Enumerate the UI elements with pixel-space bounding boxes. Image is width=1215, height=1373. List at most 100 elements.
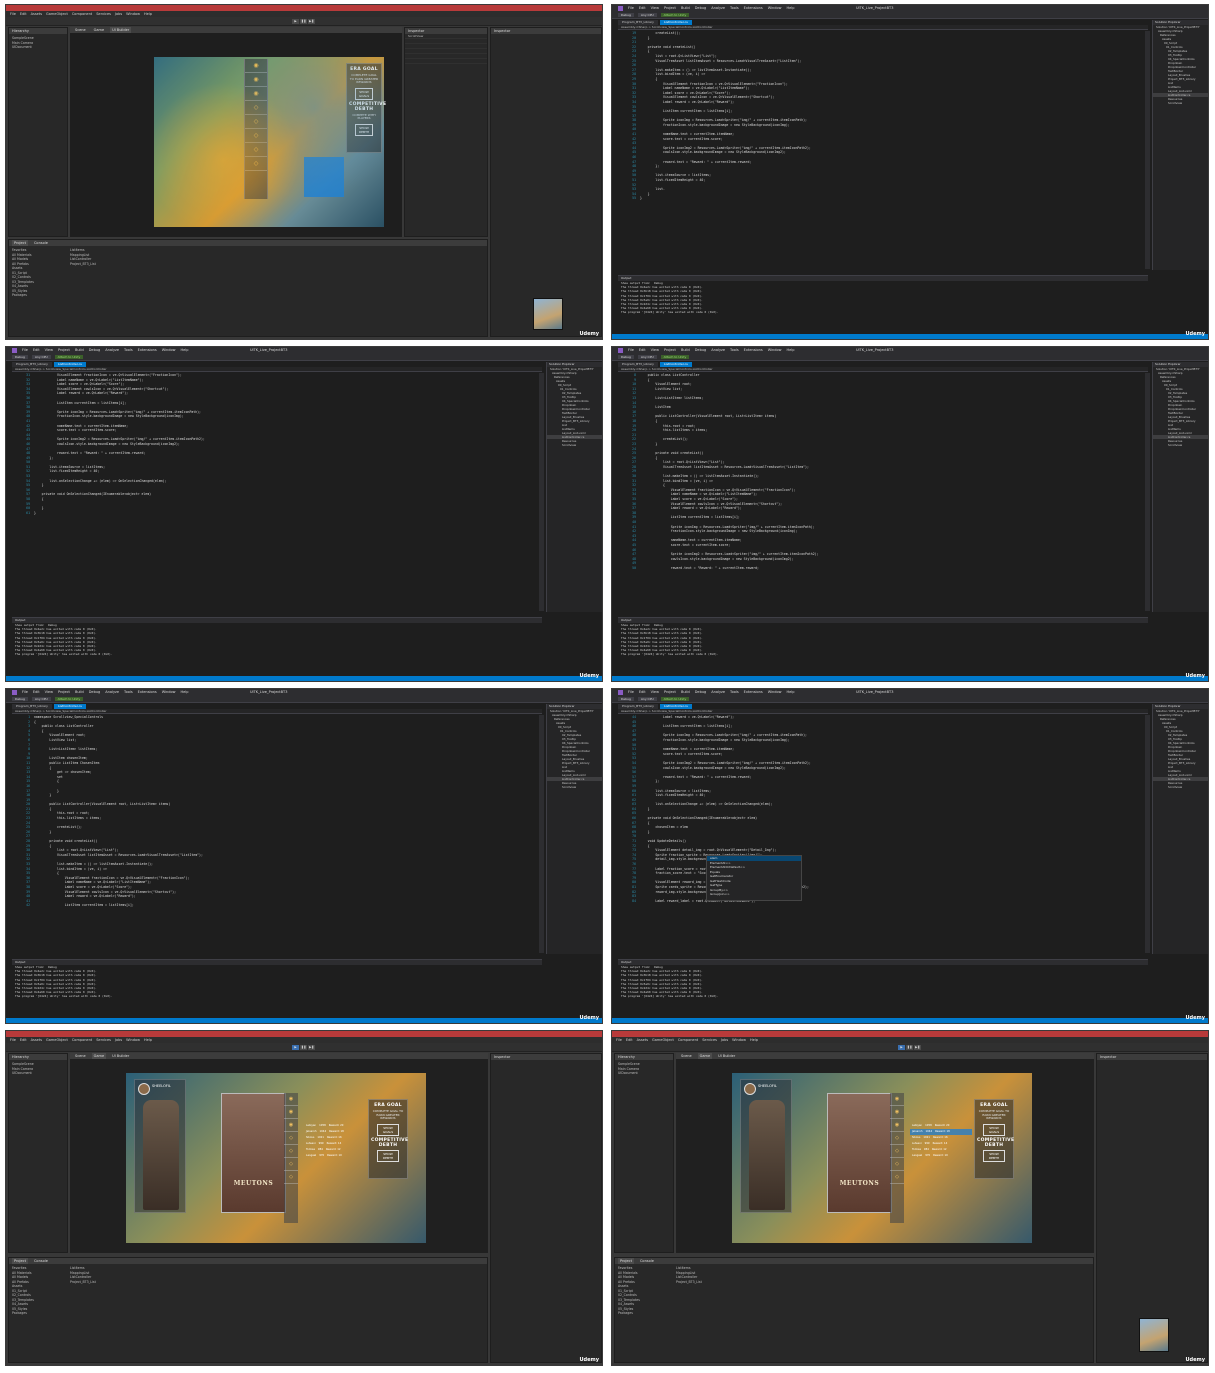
list-item-icon[interactable]: ◉ [245,73,267,87]
tab-ui-builder[interactable]: UI Builder [716,1053,737,1059]
config-dropdown[interactable]: Debug [12,697,28,701]
vs-menu-analyze[interactable]: Analyze [105,689,119,696]
vs-menu-project[interactable]: Project [664,689,676,696]
platform-dropdown[interactable]: Any CPU [637,13,657,17]
list-item-icon[interactable]: ◉ [245,59,267,73]
tab-game[interactable]: Game [92,27,106,33]
vs-menu-debug[interactable]: Debug [89,347,101,354]
vs-menu-build[interactable]: Build [681,5,690,12]
show-goals-button[interactable]: SHOW GOALS [377,1123,399,1136]
scroll-list[interactable]: ◉ ◉ ◉ ◇ ◇ ◇ ◇ ◇ [244,59,268,199]
list-item-icon[interactable]: ◇ [890,1171,904,1184]
vs-menu-view[interactable]: View [651,347,659,354]
vs-menu-project[interactable]: Project [664,5,676,12]
main-inspector-tab[interactable]: Inspector [1097,1054,1207,1060]
vs-navigation-bar[interactable]: Assembly-CSharp > Scrollview_SpecialCont… [618,709,1148,714]
list-item-icon[interactable]: ◉ [284,1093,298,1106]
vs-menu-analyze[interactable]: Analyze [711,5,725,12]
list-item-icon[interactable]: ◉ [245,87,267,101]
vs-menu-view[interactable]: View [651,5,659,12]
code-line[interactable]: 84 Label reward_label = root.Q<Label>("D… [618,899,1148,904]
hierarchy-item[interactable]: UIDocument [618,1071,670,1076]
vs-menu-build[interactable]: Build [75,689,84,696]
pause-icon[interactable]: ❚❚ [300,19,307,24]
inspector-row[interactable] [405,59,487,64]
attach-to-unity-button[interactable]: Attach to Unity [54,355,84,359]
vs-menu-extensions[interactable]: Extensions [138,347,157,354]
list-item-icon[interactable]: ◇ [245,101,267,115]
vs-menu-window[interactable]: Window [768,347,782,354]
solution-item[interactable]: Scrollview [1153,101,1208,105]
editor-scrollbar[interactable] [539,715,544,953]
solution-item[interactable]: Scrollview [1153,443,1208,447]
attach-to-unity-button[interactable]: Attach to Unity [660,13,690,17]
tab-ui-builder[interactable]: UI Builder [110,27,132,33]
scroll-list[interactable]: ◉ ◉ ◉ ◇ ◇ ◇ ◇ [890,1093,904,1223]
config-dropdown[interactable]: Debug [12,355,28,359]
vs-menu-tools[interactable]: Tools [730,347,739,354]
solution-item[interactable]: Scrollview [547,785,602,789]
vs-navigation-bar[interactable]: Assembly-CSharp > Scrollview_SpecialCont… [618,367,1148,372]
list-item-icon[interactable]: ◉ [890,1106,904,1119]
show-goals-button[interactable]: SHOW GOALS [355,87,373,100]
list-item-icon[interactable]: ◇ [890,1158,904,1171]
vs-menu-tools[interactable]: Tools [124,689,133,696]
vs-menu-debug[interactable]: Debug [89,689,101,696]
vs-navigation-bar[interactable]: Assembly-CSharp > Scrollview_SpecialCont… [618,25,1148,30]
show-debth-button[interactable]: SHOW DEBTH [355,123,373,136]
vs-menu-debug[interactable]: Debug [695,689,707,696]
vs-menu-help[interactable]: Help [787,689,795,696]
solution-item[interactable]: Scrollview [547,443,602,447]
vs-navigation-bar[interactable]: Assembly-CSharp > Scrollview_SpecialCont… [12,367,542,372]
config-dropdown[interactable]: Debug [618,13,634,17]
vs-menu-debug[interactable]: Debug [695,347,707,354]
list-item-icon[interactable]: ◉ [890,1093,904,1106]
step-icon[interactable]: ▶❚ [308,19,315,24]
vs-menu-build[interactable]: Build [681,347,690,354]
score-row[interactable]: Laogael 970 Reward: 10 [304,1153,366,1159]
vs-menu-tools[interactable]: Tools [124,347,133,354]
game-viewport[interactable]: SHEELOFIL MEUTONS ◉ ◉ ◉ ◇ ◇ ◇ ◇ Lebiyan 1… [732,1073,1032,1243]
vs-menu-window[interactable]: Window [162,689,176,696]
vs-menu-window[interactable]: Window [768,5,782,12]
list-item-icon[interactable]: ◇ [245,143,267,157]
vs-menu-help[interactable]: Help [181,347,189,354]
solution-item[interactable]: Scrollview [1153,785,1208,789]
editor-scrollbar[interactable] [539,373,544,611]
vs-menu-edit[interactable]: Edit [639,689,646,696]
vs-menu-view[interactable]: View [45,689,53,696]
intellisense-popup[interactable]: elem ElementAt<> ElementAtOrDefault<> Eq… [706,855,802,901]
list-item-icon[interactable]: ◇ [890,1145,904,1158]
platform-dropdown[interactable]: Any CPU [637,355,657,359]
editor-scrollbar[interactable] [1145,31,1150,269]
vs-menu-edit[interactable]: Edit [33,347,40,354]
game-viewport[interactable]: SHEELOFIL MEUTONS ◉ ◉ ◉ ◇ ◇ ◇ ◇ Lebiyan 1… [126,1073,426,1243]
vs-menu-view[interactable]: View [651,689,659,696]
list-item-icon[interactable]: ◇ [245,115,267,129]
library-item[interactable]: Packages [12,1311,56,1316]
platform-dropdown[interactable]: Any CPU [31,697,51,701]
play-icon[interactable]: ▶ [292,19,299,24]
vs-menu-help[interactable]: Help [181,689,189,696]
config-dropdown[interactable]: Debug [618,355,634,359]
hierarchy-item[interactable]: UIDocument [12,1071,64,1076]
vs-menu-window[interactable]: Window [768,689,782,696]
vs-menu-analyze[interactable]: Analyze [711,347,725,354]
editor-scrollbar[interactable] [1145,373,1150,611]
intellisense-item[interactable]: GroupJoin<> [707,892,801,897]
list-item-icon[interactable]: ◉ [284,1119,298,1132]
vs-menu-file[interactable]: File [628,689,634,696]
vs-menu-file[interactable]: File [628,347,634,354]
vs-menu-edit[interactable]: Edit [639,5,646,12]
vs-menu-analyze[interactable]: Analyze [711,689,725,696]
editor-scrollbar[interactable] [1145,715,1150,953]
list-item-icon[interactable]: ◇ [284,1132,298,1145]
score-row[interactable]: Laogael 970 Reward: 10 [910,1153,972,1159]
list-item-icon[interactable]: ◇ [245,157,267,171]
tab-game[interactable]: Game [91,1053,107,1059]
hierarchy-item[interactable]: UIDocument [12,45,64,50]
attach-to-unity-button[interactable]: Attach to Unity [660,697,690,701]
vs-menu-edit[interactable]: Edit [639,347,646,354]
list-item-icon[interactable]: ◇ [245,129,267,143]
vs-menu-window[interactable]: Window [162,347,176,354]
